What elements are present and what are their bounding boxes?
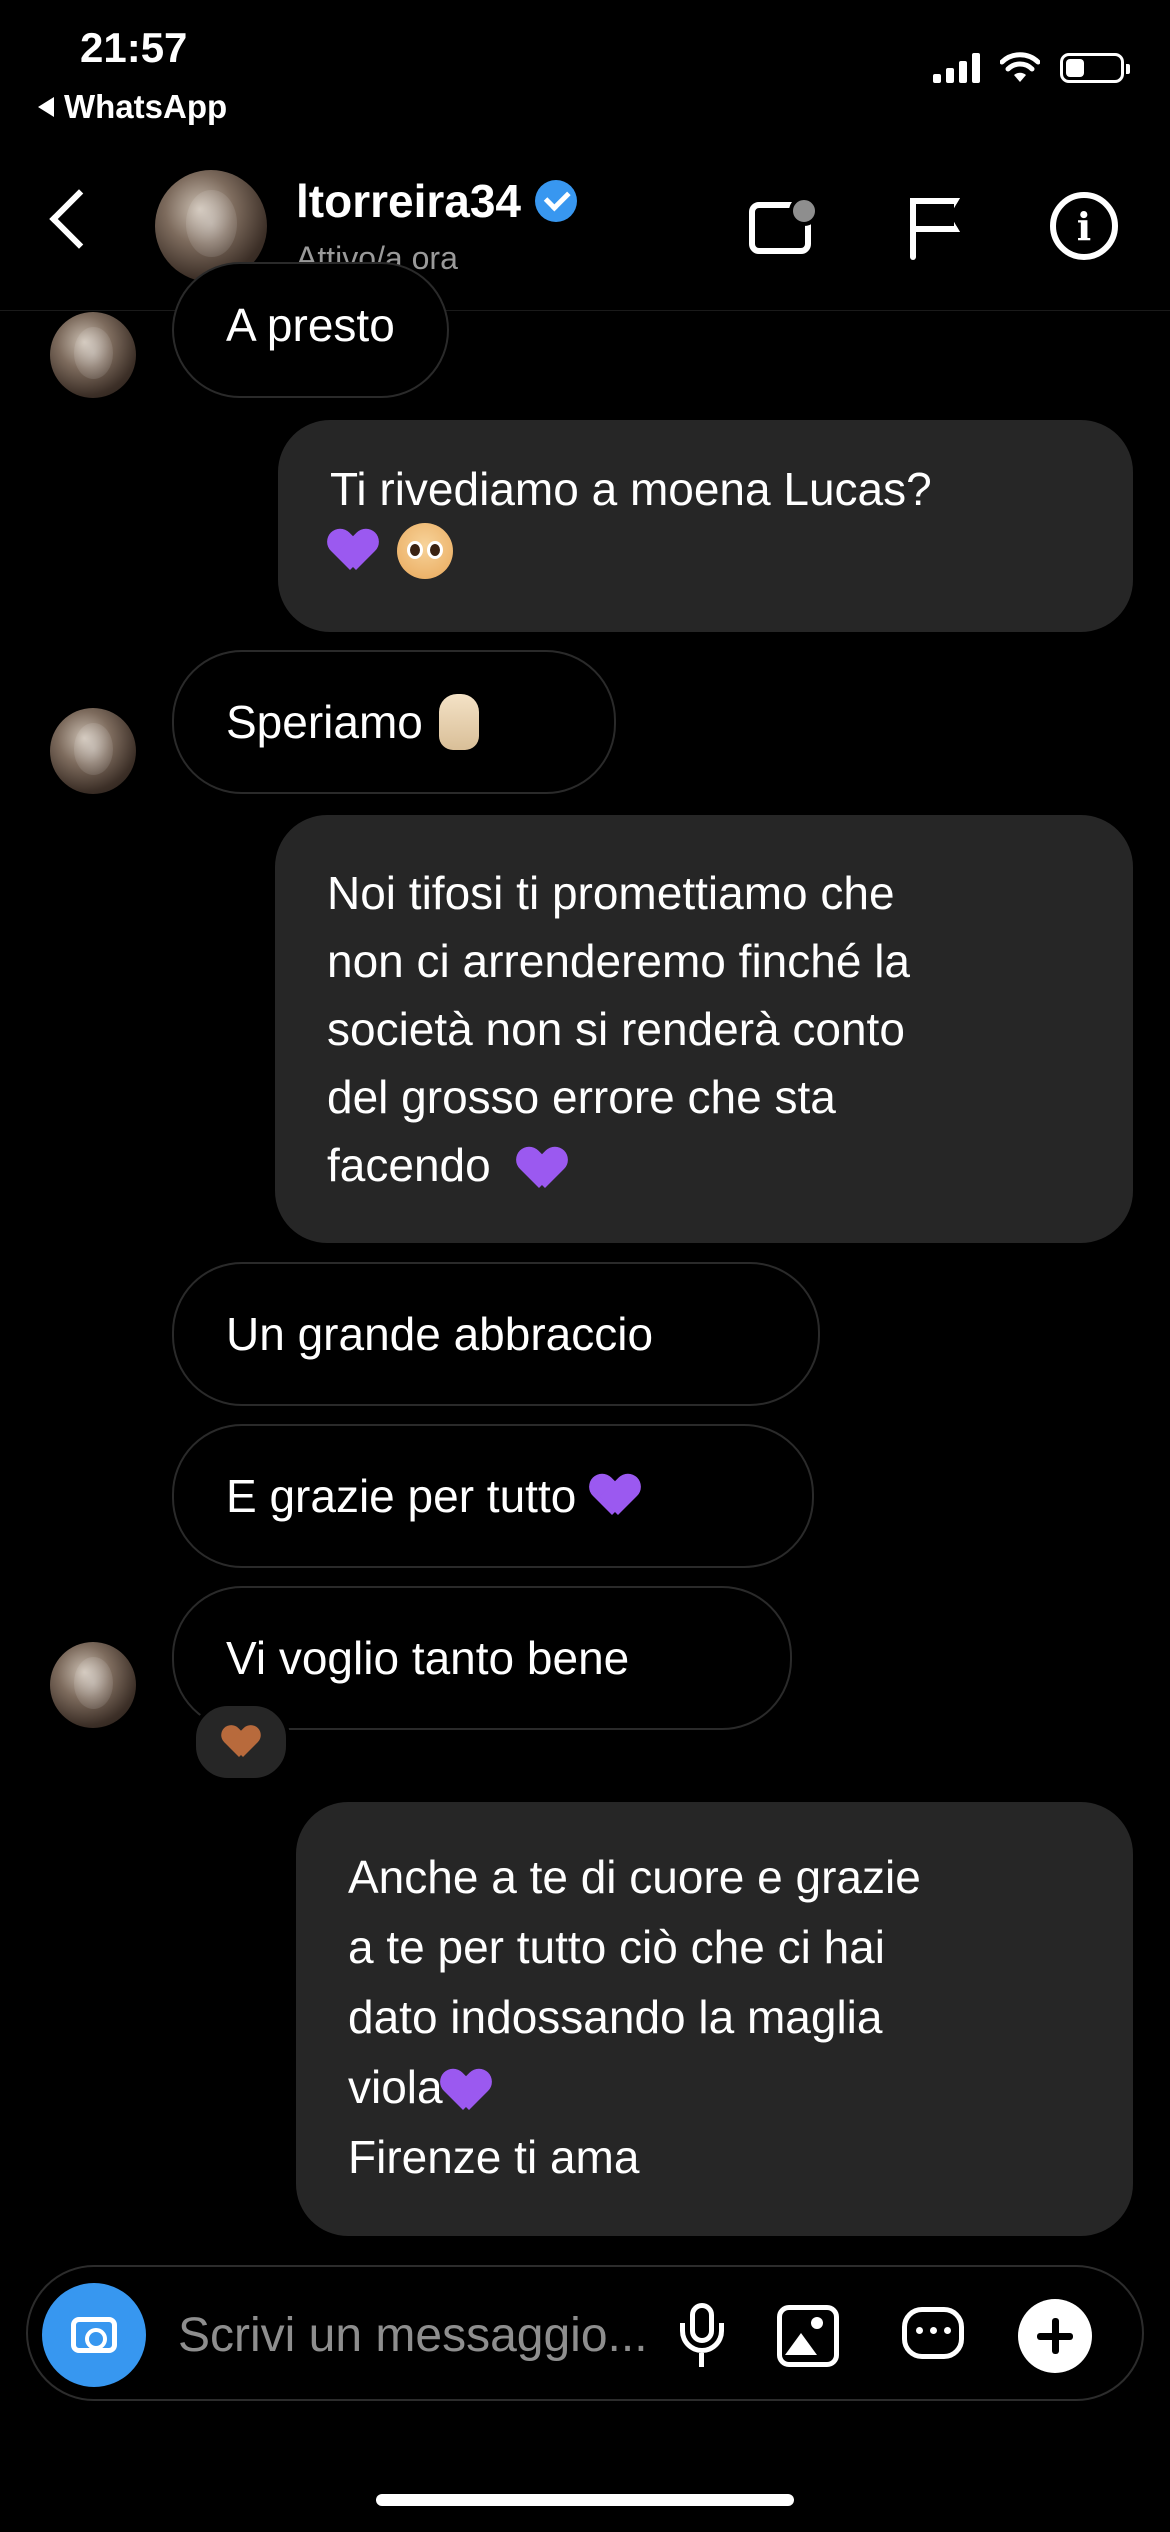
- message-line: viola: [348, 2061, 443, 2113]
- video-call-icon[interactable]: [745, 192, 819, 262]
- flag-icon[interactable]: [900, 192, 970, 262]
- message-text: Vi voglio tanto bene: [226, 1632, 630, 1684]
- crossed-fingers-icon: [438, 694, 479, 750]
- purple-heart-icon: [443, 2070, 489, 2112]
- message-avatar[interactable]: [50, 312, 136, 398]
- battery-fill: [1066, 59, 1085, 77]
- brown-heart-icon: [223, 1726, 259, 1759]
- status-indicators: [933, 52, 1130, 84]
- received-message[interactable]: Un grande abbraccio: [172, 1262, 820, 1406]
- verified-badge-icon: [535, 180, 578, 222]
- camera-icon: [71, 2317, 117, 2353]
- purple-heart-icon: [330, 530, 376, 572]
- message-text: Speriamo: [226, 696, 423, 748]
- info-icon[interactable]: i: [1050, 192, 1118, 260]
- wifi-icon: [1000, 52, 1040, 82]
- message-text: E grazie per tutto: [226, 1470, 577, 1522]
- chat-header: ltorreira34 Attivo/a ora i: [0, 160, 1170, 311]
- message-reaction[interactable]: [192, 1702, 290, 1782]
- message-line: Noi tifosi ti promettiamo che: [327, 867, 895, 919]
- home-indicator: [376, 2494, 794, 2506]
- sent-message[interactable]: Ti rivediamo a moena Lucas?: [278, 420, 1133, 632]
- plus-icon[interactable]: [1018, 2299, 1092, 2373]
- contact-username: ltorreira34: [296, 175, 522, 227]
- message-last-line: facendo: [327, 1131, 1081, 1199]
- message-line: a te per tutto ciò che ci hai: [348, 1921, 885, 1973]
- message-composer: [26, 2265, 1144, 2401]
- message-line: società non si renderà conto: [327, 1003, 905, 1055]
- purple-heart-icon: [592, 1475, 638, 1517]
- message-avatar[interactable]: [50, 1642, 136, 1728]
- message-text: Un grande abbraccio: [226, 1308, 654, 1360]
- pleading-face-icon: [396, 522, 453, 579]
- camera-button[interactable]: [42, 2283, 146, 2387]
- sent-message[interactable]: Noi tifosi ti promettiamo che non ci arr…: [275, 815, 1133, 1243]
- purple-heart-icon: [519, 1148, 565, 1190]
- message-line: Firenze ti ama: [348, 2131, 640, 2183]
- message-text: A presto: [226, 299, 395, 351]
- received-message[interactable]: E grazie per tutto: [172, 1424, 814, 1568]
- message-heart-line: viola: [348, 2052, 1081, 2122]
- back-triangle-icon: [38, 97, 54, 117]
- back-icon[interactable]: [49, 189, 109, 249]
- battery-icon: [1060, 53, 1130, 83]
- microphone-icon[interactable]: [668, 2301, 738, 2371]
- message-line: facendo: [327, 1139, 491, 1191]
- message-text: Ti rivediamo a moena Lucas?: [330, 463, 932, 515]
- received-message[interactable]: A presto: [172, 262, 449, 398]
- message-line: del grosso errore che sta: [327, 1071, 836, 1123]
- message-avatar[interactable]: [50, 708, 136, 794]
- sticker-icon[interactable]: [898, 2301, 968, 2371]
- received-message[interactable]: Speriamo: [172, 650, 616, 794]
- back-to-app-link[interactable]: WhatsApp: [38, 88, 227, 126]
- emoji-row: [330, 518, 1081, 579]
- message-input[interactable]: [178, 2295, 738, 2375]
- back-to-app-label: WhatsApp: [64, 88, 228, 125]
- sent-message[interactable]: Anche a te di cuore e grazie a te per tu…: [296, 1802, 1133, 2236]
- message-line: Anche a te di cuore e grazie: [348, 1851, 921, 1903]
- message-line: dato indossando la maglia: [348, 1991, 883, 2043]
- status-time: 21:57: [80, 24, 188, 71]
- signal-icon: [933, 53, 980, 83]
- image-icon[interactable]: [773, 2301, 843, 2371]
- contact-name-row[interactable]: ltorreira34: [296, 174, 578, 228]
- message-line: non ci arrenderemo finché la: [327, 935, 910, 987]
